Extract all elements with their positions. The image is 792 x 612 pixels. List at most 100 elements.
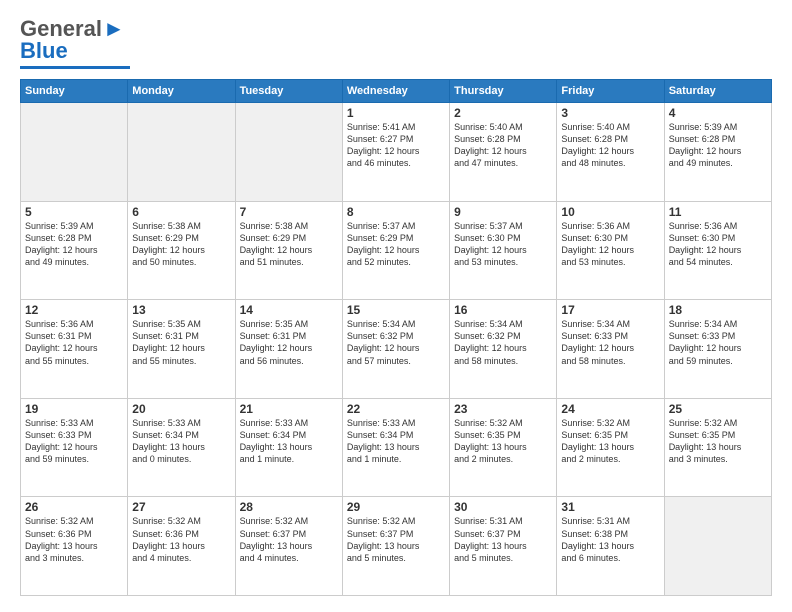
day-number: 17 bbox=[561, 303, 659, 317]
weekday-header-saturday: Saturday bbox=[664, 80, 771, 103]
day-info: Sunrise: 5:36 AM Sunset: 6:30 PM Dayligh… bbox=[561, 220, 659, 269]
weekday-header-friday: Friday bbox=[557, 80, 664, 103]
calendar-cell: 7Sunrise: 5:38 AM Sunset: 6:29 PM Daylig… bbox=[235, 201, 342, 300]
day-info: Sunrise: 5:33 AM Sunset: 6:33 PM Dayligh… bbox=[25, 417, 123, 466]
calendar-week-4: 19Sunrise: 5:33 AM Sunset: 6:33 PM Dayli… bbox=[21, 398, 772, 497]
day-info: Sunrise: 5:38 AM Sunset: 6:29 PM Dayligh… bbox=[132, 220, 230, 269]
day-number: 23 bbox=[454, 402, 552, 416]
calendar-cell: 28Sunrise: 5:32 AM Sunset: 6:37 PM Dayli… bbox=[235, 497, 342, 596]
calendar-cell: 5Sunrise: 5:39 AM Sunset: 6:28 PM Daylig… bbox=[21, 201, 128, 300]
calendar-week-3: 12Sunrise: 5:36 AM Sunset: 6:31 PM Dayli… bbox=[21, 300, 772, 399]
day-info: Sunrise: 5:32 AM Sunset: 6:37 PM Dayligh… bbox=[347, 515, 445, 564]
day-number: 3 bbox=[561, 106, 659, 120]
calendar-cell: 1Sunrise: 5:41 AM Sunset: 6:27 PM Daylig… bbox=[342, 103, 449, 202]
calendar-header: SundayMondayTuesdayWednesdayThursdayFrid… bbox=[21, 80, 772, 103]
weekday-header-monday: Monday bbox=[128, 80, 235, 103]
calendar-cell: 29Sunrise: 5:32 AM Sunset: 6:37 PM Dayli… bbox=[342, 497, 449, 596]
weekday-header-row: SundayMondayTuesdayWednesdayThursdayFrid… bbox=[21, 80, 772, 103]
calendar-cell: 12Sunrise: 5:36 AM Sunset: 6:31 PM Dayli… bbox=[21, 300, 128, 399]
day-info: Sunrise: 5:31 AM Sunset: 6:37 PM Dayligh… bbox=[454, 515, 552, 564]
calendar-cell: 21Sunrise: 5:33 AM Sunset: 6:34 PM Dayli… bbox=[235, 398, 342, 497]
calendar-cell bbox=[235, 103, 342, 202]
calendar-cell: 3Sunrise: 5:40 AM Sunset: 6:28 PM Daylig… bbox=[557, 103, 664, 202]
day-number: 27 bbox=[132, 500, 230, 514]
day-number: 30 bbox=[454, 500, 552, 514]
calendar-cell: 26Sunrise: 5:32 AM Sunset: 6:36 PM Dayli… bbox=[21, 497, 128, 596]
day-number: 2 bbox=[454, 106, 552, 120]
day-number: 7 bbox=[240, 205, 338, 219]
calendar-cell: 2Sunrise: 5:40 AM Sunset: 6:28 PM Daylig… bbox=[450, 103, 557, 202]
logo-underline bbox=[20, 66, 130, 69]
day-number: 15 bbox=[347, 303, 445, 317]
day-info: Sunrise: 5:41 AM Sunset: 6:27 PM Dayligh… bbox=[347, 121, 445, 170]
day-info: Sunrise: 5:38 AM Sunset: 6:29 PM Dayligh… bbox=[240, 220, 338, 269]
day-number: 12 bbox=[25, 303, 123, 317]
calendar-cell: 14Sunrise: 5:35 AM Sunset: 6:31 PM Dayli… bbox=[235, 300, 342, 399]
day-info: Sunrise: 5:33 AM Sunset: 6:34 PM Dayligh… bbox=[132, 417, 230, 466]
day-number: 10 bbox=[561, 205, 659, 219]
day-number: 4 bbox=[669, 106, 767, 120]
day-info: Sunrise: 5:37 AM Sunset: 6:30 PM Dayligh… bbox=[454, 220, 552, 269]
calendar-week-5: 26Sunrise: 5:32 AM Sunset: 6:36 PM Dayli… bbox=[21, 497, 772, 596]
day-number: 13 bbox=[132, 303, 230, 317]
day-number: 14 bbox=[240, 303, 338, 317]
calendar-cell bbox=[664, 497, 771, 596]
calendar-cell: 19Sunrise: 5:33 AM Sunset: 6:33 PM Dayli… bbox=[21, 398, 128, 497]
calendar-cell: 30Sunrise: 5:31 AM Sunset: 6:37 PM Dayli… bbox=[450, 497, 557, 596]
day-info: Sunrise: 5:32 AM Sunset: 6:35 PM Dayligh… bbox=[454, 417, 552, 466]
logo-blue: Blue bbox=[20, 38, 130, 64]
day-number: 9 bbox=[454, 205, 552, 219]
day-number: 24 bbox=[561, 402, 659, 416]
day-number: 5 bbox=[25, 205, 123, 219]
day-info: Sunrise: 5:40 AM Sunset: 6:28 PM Dayligh… bbox=[454, 121, 552, 170]
weekday-header-sunday: Sunday bbox=[21, 80, 128, 103]
day-number: 26 bbox=[25, 500, 123, 514]
page: General ► Blue SundayMondayTuesdayWednes… bbox=[0, 0, 792, 612]
calendar-cell bbox=[21, 103, 128, 202]
day-number: 29 bbox=[347, 500, 445, 514]
calendar-table: SundayMondayTuesdayWednesdayThursdayFrid… bbox=[20, 79, 772, 596]
calendar-cell: 20Sunrise: 5:33 AM Sunset: 6:34 PM Dayli… bbox=[128, 398, 235, 497]
calendar-cell bbox=[128, 103, 235, 202]
calendar-cell: 18Sunrise: 5:34 AM Sunset: 6:33 PM Dayli… bbox=[664, 300, 771, 399]
day-number: 31 bbox=[561, 500, 659, 514]
calendar-week-2: 5Sunrise: 5:39 AM Sunset: 6:28 PM Daylig… bbox=[21, 201, 772, 300]
header: General ► Blue bbox=[20, 16, 772, 69]
weekday-header-wednesday: Wednesday bbox=[342, 80, 449, 103]
calendar-cell: 27Sunrise: 5:32 AM Sunset: 6:36 PM Dayli… bbox=[128, 497, 235, 596]
day-number: 18 bbox=[669, 303, 767, 317]
calendar-cell: 16Sunrise: 5:34 AM Sunset: 6:32 PM Dayli… bbox=[450, 300, 557, 399]
calendar-cell: 23Sunrise: 5:32 AM Sunset: 6:35 PM Dayli… bbox=[450, 398, 557, 497]
calendar-cell: 6Sunrise: 5:38 AM Sunset: 6:29 PM Daylig… bbox=[128, 201, 235, 300]
day-info: Sunrise: 5:39 AM Sunset: 6:28 PM Dayligh… bbox=[25, 220, 123, 269]
day-number: 11 bbox=[669, 205, 767, 219]
day-info: Sunrise: 5:35 AM Sunset: 6:31 PM Dayligh… bbox=[240, 318, 338, 367]
calendar-week-1: 1Sunrise: 5:41 AM Sunset: 6:27 PM Daylig… bbox=[21, 103, 772, 202]
day-info: Sunrise: 5:32 AM Sunset: 6:35 PM Dayligh… bbox=[561, 417, 659, 466]
day-number: 8 bbox=[347, 205, 445, 219]
day-number: 6 bbox=[132, 205, 230, 219]
day-number: 25 bbox=[669, 402, 767, 416]
calendar-cell: 13Sunrise: 5:35 AM Sunset: 6:31 PM Dayli… bbox=[128, 300, 235, 399]
calendar-cell: 31Sunrise: 5:31 AM Sunset: 6:38 PM Dayli… bbox=[557, 497, 664, 596]
day-number: 1 bbox=[347, 106, 445, 120]
calendar-cell: 10Sunrise: 5:36 AM Sunset: 6:30 PM Dayli… bbox=[557, 201, 664, 300]
day-info: Sunrise: 5:35 AM Sunset: 6:31 PM Dayligh… bbox=[132, 318, 230, 367]
logo: General ► Blue bbox=[20, 16, 130, 69]
calendar-cell: 25Sunrise: 5:32 AM Sunset: 6:35 PM Dayli… bbox=[664, 398, 771, 497]
day-info: Sunrise: 5:34 AM Sunset: 6:33 PM Dayligh… bbox=[561, 318, 659, 367]
day-number: 21 bbox=[240, 402, 338, 416]
day-info: Sunrise: 5:32 AM Sunset: 6:35 PM Dayligh… bbox=[669, 417, 767, 466]
day-number: 22 bbox=[347, 402, 445, 416]
day-number: 28 bbox=[240, 500, 338, 514]
calendar-cell: 4Sunrise: 5:39 AM Sunset: 6:28 PM Daylig… bbox=[664, 103, 771, 202]
day-number: 16 bbox=[454, 303, 552, 317]
calendar-cell: 24Sunrise: 5:32 AM Sunset: 6:35 PM Dayli… bbox=[557, 398, 664, 497]
day-info: Sunrise: 5:32 AM Sunset: 6:36 PM Dayligh… bbox=[25, 515, 123, 564]
calendar-body: 1Sunrise: 5:41 AM Sunset: 6:27 PM Daylig… bbox=[21, 103, 772, 596]
weekday-header-thursday: Thursday bbox=[450, 80, 557, 103]
day-info: Sunrise: 5:32 AM Sunset: 6:37 PM Dayligh… bbox=[240, 515, 338, 564]
calendar-cell: 22Sunrise: 5:33 AM Sunset: 6:34 PM Dayli… bbox=[342, 398, 449, 497]
calendar-cell: 17Sunrise: 5:34 AM Sunset: 6:33 PM Dayli… bbox=[557, 300, 664, 399]
day-info: Sunrise: 5:31 AM Sunset: 6:38 PM Dayligh… bbox=[561, 515, 659, 564]
